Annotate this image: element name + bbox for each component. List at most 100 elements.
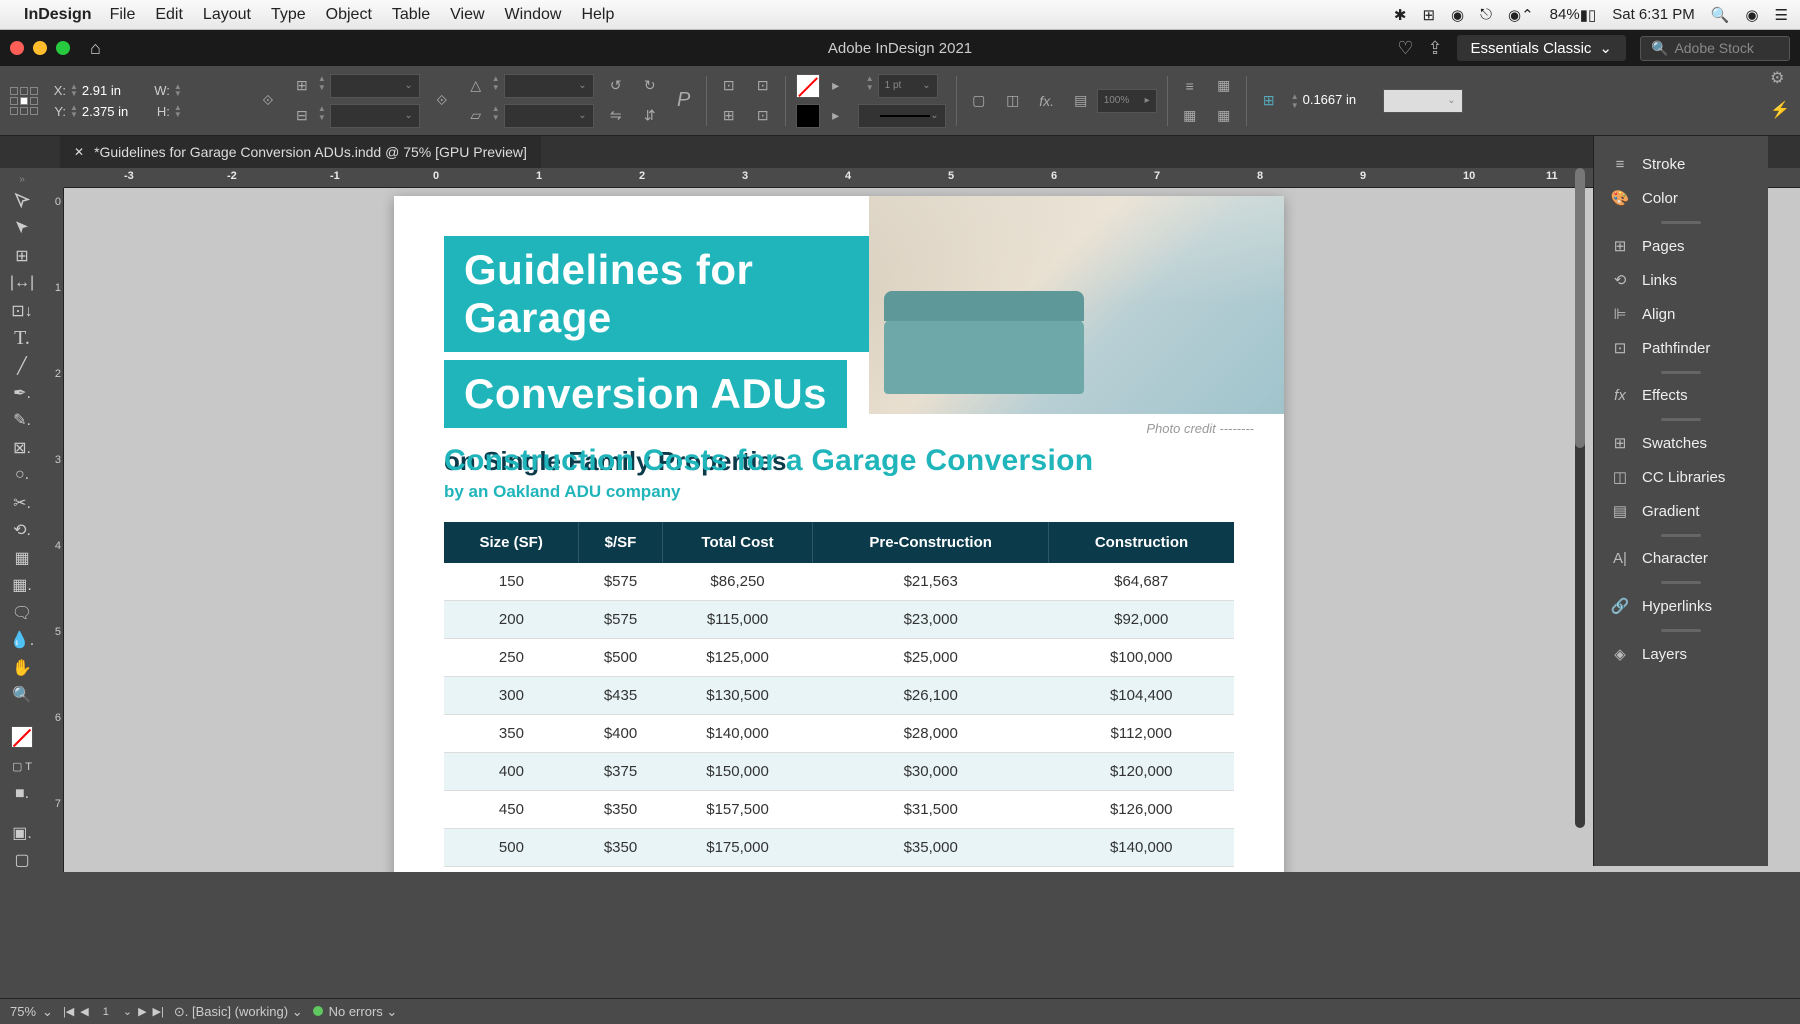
panel-align[interactable]: ⊫Align bbox=[1594, 297, 1768, 331]
text-wrap-jump-icon[interactable]: ▦ bbox=[1212, 104, 1236, 128]
clock[interactable]: Sat 6:31 PM bbox=[1612, 6, 1695, 23]
panel-swatches[interactable]: ⊞Swatches bbox=[1594, 426, 1768, 460]
direct-selection-tool[interactable] bbox=[8, 216, 36, 239]
flip-v-icon[interactable]: ⇵ bbox=[638, 104, 662, 128]
adobe-stock-search[interactable]: 🔍 Adobe Stock bbox=[1640, 36, 1790, 61]
next-page-icon[interactable]: ▶ bbox=[138, 1005, 146, 1018]
whats-new-icon[interactable]: ♡ bbox=[1397, 38, 1413, 59]
dropbox-icon[interactable]: ⊞ bbox=[1422, 6, 1435, 24]
rotate-dropdown[interactable]: ⌄ bbox=[504, 74, 594, 98]
y-field[interactable]: 2.375 in bbox=[82, 104, 142, 119]
zoom-tool[interactable]: 🔍 bbox=[8, 683, 36, 706]
battery-percent[interactable]: 84% ▮▯ bbox=[1550, 6, 1597, 24]
siri-icon[interactable]: ◉ bbox=[1745, 6, 1758, 24]
panel-character[interactable]: A|Character bbox=[1594, 542, 1768, 575]
menubar-extra-icon[interactable]: ✱ bbox=[1394, 6, 1407, 24]
line-tool[interactable]: ╱ bbox=[8, 354, 36, 377]
panel-color[interactable]: 🎨Color bbox=[1594, 181, 1768, 215]
reference-point-grid[interactable] bbox=[10, 87, 38, 115]
stroke-menu-icon[interactable]: ▸ bbox=[824, 104, 848, 128]
document-page[interactable]: Guidelines for Garage Conversion ADUs on… bbox=[394, 196, 1284, 872]
canvas[interactable]: -3 -2 -1 0 1 2 3 4 5 6 7 8 9 10 11 Guide… bbox=[64, 168, 1800, 872]
stroke-style-dropdown[interactable]: ⌄ bbox=[858, 104, 946, 128]
menu-view[interactable]: View bbox=[450, 6, 484, 24]
document-tab[interactable]: ✕ *Guidelines for Garage Conversion ADUs… bbox=[60, 136, 541, 168]
rotate-ccw-icon[interactable]: ↺ bbox=[604, 74, 628, 98]
select-prev-icon[interactable]: ⊡ bbox=[751, 74, 775, 98]
control-center-icon[interactable]: ⎋ bbox=[1480, 6, 1492, 23]
stroke-weight-field[interactable]: 1 pt⌄ bbox=[878, 74, 938, 98]
menu-table[interactable]: Table bbox=[392, 6, 430, 24]
menu-object[interactable]: Object bbox=[326, 6, 372, 24]
panel-effects[interactable]: fxEffects bbox=[1594, 379, 1768, 412]
close-tab-icon[interactable]: ✕ bbox=[74, 145, 84, 159]
panel-gradient[interactable]: ▤Gradient bbox=[1594, 494, 1768, 528]
panel-layers[interactable]: ◈Layers bbox=[1594, 637, 1768, 671]
type-tool[interactable]: T. bbox=[8, 326, 36, 349]
menu-window[interactable]: Window bbox=[505, 6, 562, 24]
gradient-feather-tool[interactable]: ▦. bbox=[8, 574, 36, 597]
gradient-swatch-tool[interactable]: ▦ bbox=[8, 546, 36, 569]
scale-x-dropdown[interactable]: ⌄ bbox=[330, 74, 420, 98]
rectangle-frame-tool[interactable]: ⊠. bbox=[8, 436, 36, 459]
menu-layout[interactable]: Layout bbox=[203, 6, 251, 24]
dimension-field[interactable]: 0.1667 in bbox=[1303, 92, 1373, 110]
shear-dropdown[interactable]: ⌄ bbox=[504, 104, 594, 128]
spotlight-icon[interactable]: 🔍 bbox=[1711, 6, 1730, 24]
wifi-icon[interactable]: ◉⌃ bbox=[1508, 6, 1534, 24]
free-transform-tool[interactable]: ⟲. bbox=[8, 519, 36, 542]
zoom-window-button[interactable] bbox=[56, 41, 70, 55]
default-fill-stroke[interactable]: ■. bbox=[8, 782, 36, 805]
menu-help[interactable]: Help bbox=[581, 6, 614, 24]
flip-h-icon[interactable]: ⇋ bbox=[604, 104, 628, 128]
page-tool[interactable]: ⊞ bbox=[8, 244, 36, 267]
drop-shadow-icon[interactable]: ◫ bbox=[1001, 89, 1025, 113]
select-next-icon[interactable]: ⊡ bbox=[751, 104, 775, 128]
apply-color-icons[interactable]: ▢ T bbox=[8, 755, 36, 778]
note-tool[interactable]: 🗨 bbox=[8, 601, 36, 624]
notification-center-icon[interactable]: ☰ bbox=[1775, 6, 1788, 24]
panel-stroke[interactable]: ≡Stroke bbox=[1594, 148, 1768, 181]
gap-tool[interactable]: |↔| bbox=[8, 271, 36, 294]
view-mode-preview[interactable]: ▢ bbox=[8, 849, 36, 872]
vertical-ruler[interactable]: 0 1 2 3 4 5 6 7 bbox=[44, 188, 64, 872]
selection-tool[interactable] bbox=[8, 189, 36, 212]
menu-edit[interactable]: Edit bbox=[155, 6, 183, 24]
home-button[interactable]: ⌂ bbox=[90, 38, 101, 59]
page-navigator[interactable]: |◀ ◀ 1 ⌄ ▶ ▶| bbox=[63, 1005, 164, 1018]
pencil-tool[interactable]: ✎. bbox=[8, 409, 36, 432]
corner-options-icon[interactable]: ▢ bbox=[967, 89, 991, 113]
x-field[interactable]: 2.91 in bbox=[82, 83, 142, 98]
bridge-icon[interactable]: ⚡ bbox=[1770, 100, 1790, 120]
opacity-field[interactable]: 100%▸ bbox=[1097, 89, 1157, 113]
corner-shape-dropdown[interactable]: ⌄ bbox=[1383, 89, 1463, 113]
app-name[interactable]: InDesign bbox=[24, 6, 92, 24]
cc-status-icon[interactable]: ◉ bbox=[1451, 6, 1464, 24]
scissors-tool[interactable]: ✂. bbox=[8, 491, 36, 514]
panel-pathfinder[interactable]: ⊡Pathfinder bbox=[1594, 331, 1768, 365]
customize-control-icon[interactable]: ⚙ bbox=[1770, 68, 1790, 88]
last-page-icon[interactable]: ▶| bbox=[153, 1005, 164, 1018]
menu-file[interactable]: File bbox=[110, 6, 136, 24]
eyedropper-tool[interactable]: 💧. bbox=[8, 629, 36, 652]
close-window-button[interactable] bbox=[10, 41, 24, 55]
panel-pages[interactable]: ⊞Pages bbox=[1594, 229, 1768, 263]
panel-hyperlinks[interactable]: 🔗Hyperlinks bbox=[1594, 589, 1768, 623]
fill-stroke-toggle[interactable] bbox=[6, 722, 38, 751]
dimensions-icon[interactable]: ⊞ bbox=[1257, 89, 1281, 113]
content-collector-tool[interactable]: ⊡↓ bbox=[8, 299, 36, 322]
select-container-icon[interactable]: ⊡ bbox=[717, 74, 741, 98]
hand-tool[interactable]: ✋ bbox=[8, 656, 36, 679]
panel-cc-libraries[interactable]: ◫CC Libraries bbox=[1594, 460, 1768, 494]
constrain-scale-icon[interactable]: ⟐ bbox=[430, 89, 454, 113]
horizontal-ruler[interactable]: -3 -2 -1 0 1 2 3 4 5 6 7 8 9 10 11 bbox=[64, 168, 1800, 188]
prev-page-icon[interactable]: ◀ bbox=[80, 1005, 88, 1018]
fx-icon[interactable]: fx. bbox=[1035, 89, 1059, 113]
menu-type[interactable]: Type bbox=[271, 6, 306, 24]
rectangle-tool[interactable]: ○. bbox=[8, 464, 36, 487]
workspace-switcher[interactable]: Essentials Classic⌄ bbox=[1457, 35, 1626, 61]
text-wrap-shape-icon[interactable]: ▦ bbox=[1212, 74, 1236, 98]
scrollbar-thumb[interactable] bbox=[1575, 168, 1585, 448]
preflight-status[interactable]: No errors ⌄ bbox=[313, 1004, 398, 1020]
fill-menu-icon[interactable]: ▸ bbox=[824, 74, 848, 98]
